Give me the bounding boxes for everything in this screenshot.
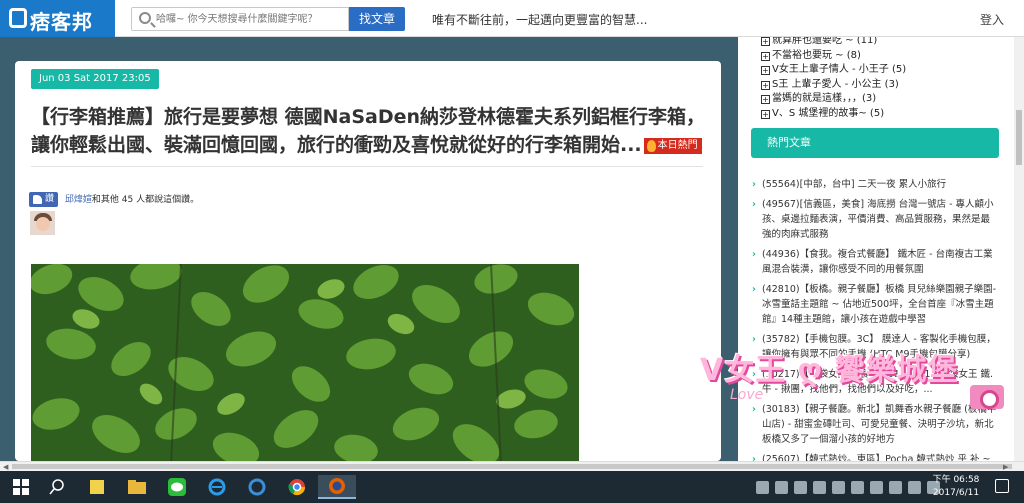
camera-icon <box>970 385 1004 409</box>
logo-text: 痞客邦 <box>30 10 93 34</box>
facebook-like-button[interactable]: 讚 <box>29 192 59 207</box>
horizontal-scrollbar[interactable]: ◀ ▶ <box>0 461 1024 471</box>
firefox-icon[interactable] <box>318 475 356 499</box>
hot-articles-header: 熱門文章 <box>751 128 999 158</box>
chrome-icon[interactable] <box>278 475 316 499</box>
like-text-end: 人都說這個讚。 <box>136 195 200 205</box>
tray-keyboard-icon[interactable] <box>889 480 902 494</box>
category-label[interactable]: 不當裕也要玩 ~ (8) <box>772 50 861 61</box>
tray-volume-icon[interactable] <box>870 480 883 494</box>
edge-icon[interactable] <box>238 475 276 499</box>
liker-name-link[interactable]: 邱煒媗 <box>65 195 92 205</box>
like-count: 45 <box>121 195 134 205</box>
category-label[interactable]: 就算胖也還要吃 ~ (11) <box>772 37 877 46</box>
expand-icon[interactable]: + <box>761 51 770 61</box>
expand-icon[interactable]: + <box>761 66 770 75</box>
category-list: + 就算胖也還要吃 ~ (11) + 不當裕也要玩 ~ (8) + V女王上輩子情人 … <box>761 37 906 121</box>
category-item[interactable]: + V女王上輩子情人 - 小王子 (5) <box>761 63 906 78</box>
expand-icon[interactable]: + <box>761 37 770 46</box>
clock-time: 下午 06:58 <box>932 475 980 485</box>
fire-icon <box>646 139 656 152</box>
sticky-notes-icon[interactable] <box>78 475 116 499</box>
search-box <box>131 7 349 31</box>
article-title-text[interactable]: 【行李箱推薦】旅行是要夢想 德國NaSaDen納莎登林德霍夫系列鋁框行李箱，讓你… <box>31 106 705 156</box>
tray-network-icon[interactable] <box>794 480 807 494</box>
taskbar-clock[interactable]: 下午 06:58 2017/6/11 <box>928 474 984 500</box>
ie-icon[interactable] <box>198 475 236 499</box>
title-divider <box>31 166 703 167</box>
watermark-text: V女王 ღ 饗樂城堡 <box>700 353 959 388</box>
hot-article-link[interactable]: (49567)[信義區，美食] 海底撈 台灣一號店 - 專人顧小孩、桌邊拉麵表演… <box>752 197 998 242</box>
category-item[interactable]: + S王 上輩子愛人 - 小公主 (3) <box>761 78 906 93</box>
like-button-label: 讚 <box>45 194 55 204</box>
category-item[interactable]: + 就算胖也還要吃 ~ (11) <box>761 37 906 49</box>
tray-wifi-icon[interactable] <box>851 480 864 494</box>
header-slogan: 唯有不斷往前，一起邁向更豐富的智慧... <box>432 13 648 27</box>
search-input[interactable] <box>156 8 346 30</box>
category-label[interactable]: V、S 城堡裡的故事~ (5) <box>772 108 884 119</box>
hot-article-link[interactable]: (44936)【食我。複合式餐廳】 鐵木匠 - 台南複古工業風混合裝潢，讓你感受… <box>752 247 998 277</box>
start-icon[interactable] <box>2 475 40 499</box>
action-center-icon[interactable] <box>995 479 1009 493</box>
top-bar: 痞客邦 找文章 唯有不斷往前，一起邁向更豐富的智慧... 登入 <box>0 0 1024 37</box>
expand-icon[interactable]: + <box>761 109 770 119</box>
expand-icon[interactable]: + <box>761 95 770 104</box>
like-text-mid: 和其他 <box>91 195 119 205</box>
search-button[interactable]: 找文章 <box>349 7 405 31</box>
watermark-sub: Love <box>730 387 764 403</box>
pixnet-logo[interactable]: 痞客邦 <box>0 0 115 37</box>
liker-avatar[interactable] <box>30 211 55 235</box>
clock-date: 2017/6/11 <box>932 488 980 498</box>
login-link[interactable]: 登入 <box>980 11 1004 28</box>
leaves-image <box>31 264 579 461</box>
hot-article-link[interactable]: (25607)【韓式熱炒。東區】Pocha 韓式熱炒 乎 补 ~ 台 <box>752 452 998 461</box>
article-card: Jun 03 Sat 2017 23:05 【行李箱推薦】旅行是要夢想 德國Na… <box>15 61 721 461</box>
windows-taskbar: 下午 06:58 2017/6/11 <box>0 471 1024 503</box>
category-item[interactable]: + V、S 城堡裡的故事~ (5) <box>761 107 906 122</box>
logo-icon <box>9 8 27 28</box>
category-label[interactable]: V女王上輩子情人 - 小王子 (5) <box>772 64 906 75</box>
line-icon[interactable] <box>158 475 196 499</box>
system-tray <box>756 477 940 497</box>
article-title[interactable]: 【行李箱推薦】旅行是要夢想 德國NaSaDen納莎登林德霍夫系列鋁框行李箱，讓你… <box>31 103 711 159</box>
category-item[interactable]: + 當媽的就是這樣，，，(3) <box>761 92 906 107</box>
tray-cloud-icon[interactable] <box>813 480 826 494</box>
horizontal-scroll-thumb[interactable] <box>12 464 1012 469</box>
scroll-right-icon[interactable]: ▶ <box>1003 463 1008 471</box>
category-label[interactable]: S王 上輩子愛人 - 小公主 (3) <box>772 79 899 90</box>
scrollbar-thumb[interactable] <box>1016 110 1022 165</box>
tray-battery-icon[interactable] <box>832 480 845 494</box>
tray-ime-icon[interactable] <box>908 480 921 494</box>
tray-app-icon[interactable] <box>756 480 769 494</box>
article-date: Jun 03 Sat 2017 23:05 <box>31 69 159 89</box>
hot-article-link[interactable]: (55564)[中部，台中] 二天一夜 累人小旅行 <box>752 177 998 192</box>
category-item[interactable]: + 不當裕也要玩 ~ (8) <box>761 49 906 64</box>
article-photo-leaves <box>31 264 579 461</box>
search-icon[interactable] <box>38 475 76 499</box>
hot-article-link[interactable]: (42810)【板橋。親子餐廳】板橋 貝兒絲樂園親子樂園-冰雪童話主題館 ~ 佔… <box>752 282 998 327</box>
hot-badge-label: 本日熱門 <box>657 139 698 151</box>
avatar-face <box>36 217 50 231</box>
thumbs-up-icon <box>33 195 42 204</box>
blog-watermark: V女王 ღ 饗樂城堡 Love <box>700 345 1020 420</box>
facebook-like-row: 讚 邱煒媗和其他 45 人都說這個讚。 <box>29 192 199 208</box>
scroll-left-icon[interactable]: ◀ <box>3 463 8 471</box>
tray-chrome-icon[interactable] <box>775 480 788 494</box>
file-explorer-icon[interactable] <box>118 475 156 499</box>
search-icon <box>139 12 151 24</box>
expand-icon[interactable]: + <box>761 80 770 90</box>
category-label[interactable]: 當媽的就是這樣，，，(3) <box>772 93 876 104</box>
hot-today-badge: 本日熱門 <box>643 137 702 154</box>
